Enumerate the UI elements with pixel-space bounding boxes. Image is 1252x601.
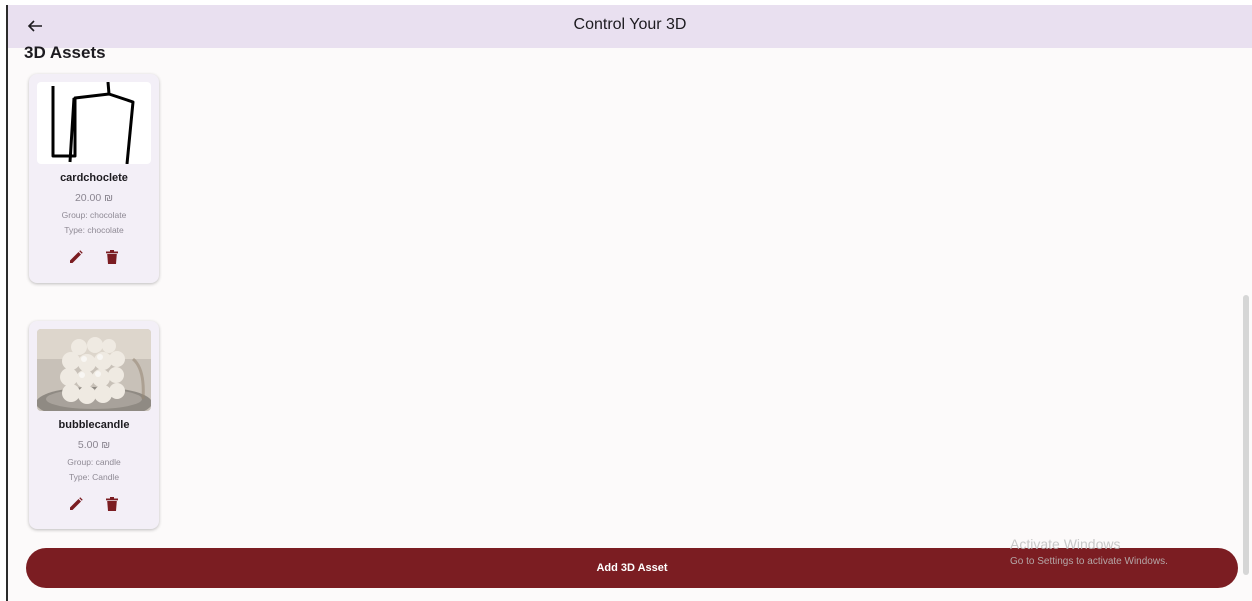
asset-card[interactable]: cardchoclete 20.00 ₪ Group: chocolate Ty… bbox=[29, 74, 159, 283]
asset-type: Type: Candle bbox=[68, 472, 120, 482]
asset-thumbnail-chocolate bbox=[37, 82, 151, 164]
trash-icon bbox=[106, 250, 118, 264]
watermark-title: Activate Windows bbox=[1010, 536, 1121, 552]
edit-button[interactable] bbox=[67, 495, 85, 513]
asset-name: cardchoclete bbox=[60, 172, 128, 184]
pencil-icon bbox=[70, 497, 83, 510]
asset-group: Group: chocolate bbox=[61, 210, 127, 220]
section-title: 3D Assets bbox=[24, 43, 106, 62]
trash-icon bbox=[106, 497, 118, 511]
asset-card[interactable]: bubblecandle 5.00 ₪ Group: candle Type: … bbox=[29, 321, 159, 529]
app-bar: Control Your 3D bbox=[8, 5, 1252, 48]
watermark-subtitle: Go to Settings to activate Windows. bbox=[1010, 556, 1168, 567]
asset-actions bbox=[29, 248, 159, 266]
pencil-icon bbox=[70, 250, 83, 263]
asset-actions bbox=[29, 495, 159, 513]
asset-price: 20.00 ₪ bbox=[74, 192, 114, 204]
asset-name: bubblecandle bbox=[58, 419, 130, 431]
asset-type: Type: chocolate bbox=[64, 225, 124, 235]
asset-price: 5.00 ₪ bbox=[77, 439, 111, 451]
delete-button[interactable] bbox=[103, 495, 121, 513]
asset-group: Group: candle bbox=[67, 457, 121, 467]
edit-button[interactable] bbox=[67, 248, 85, 266]
page-title: Control Your 3D bbox=[573, 16, 687, 33]
delete-button[interactable] bbox=[103, 248, 121, 266]
app-window: Control Your 3D 3D Assets cardchoclete 2… bbox=[6, 5, 1252, 601]
asset-thumbnail-candle bbox=[37, 329, 151, 411]
windows-activation-watermark: Activate Windows Go to Settings to activ… bbox=[1010, 536, 1168, 567]
scrollbar[interactable] bbox=[1243, 295, 1249, 575]
